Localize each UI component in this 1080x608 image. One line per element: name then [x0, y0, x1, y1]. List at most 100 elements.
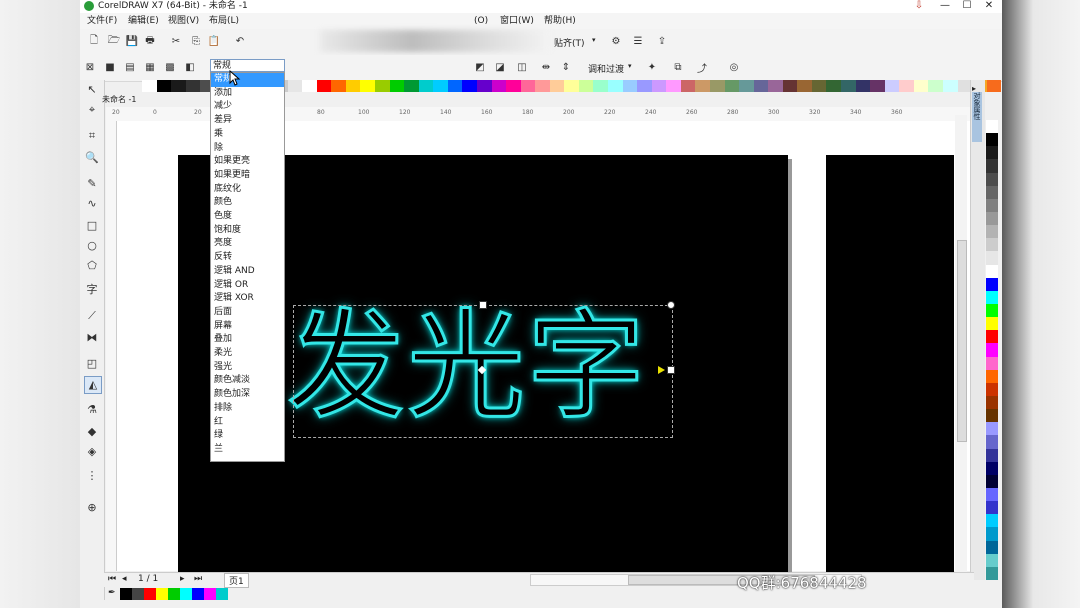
new-document-icon[interactable]: 🗋	[86, 33, 102, 49]
snap-to-dropdown[interactable]: 贴齐(T)	[554, 36, 585, 49]
minimize-button[interactable]: —	[934, 0, 956, 12]
color-swatch[interactable]	[520, 80, 536, 92]
document-color-swatch[interactable]	[192, 588, 204, 600]
color-swatch[interactable]	[986, 172, 998, 186]
color-swatch[interactable]	[986, 277, 998, 291]
settings-circle-icon[interactable]: ◎	[726, 59, 742, 75]
text-tool-icon[interactable]: 字	[84, 282, 100, 298]
merge-mode-option[interactable]: 绿	[211, 429, 284, 443]
rectangle-tool-icon[interactable]: □	[84, 218, 100, 234]
color-swatch[interactable]	[986, 448, 998, 462]
merge-mode-option[interactable]: 强光	[211, 361, 284, 375]
merge-mode-option[interactable]: 反转	[211, 251, 284, 265]
color-swatch[interactable]	[986, 290, 998, 304]
color-swatch[interactable]	[986, 566, 998, 580]
color-swatch[interactable]	[564, 80, 579, 92]
color-swatch[interactable]	[986, 251, 998, 265]
color-swatch[interactable]	[389, 80, 405, 92]
eyedropper-icon[interactable]: ✒	[108, 588, 116, 598]
menu-object[interactable]: (O)	[474, 15, 488, 27]
mirror-vertical-icon[interactable]: ⇕	[558, 59, 574, 75]
color-swatch[interactable]	[651, 80, 667, 92]
merge-mode-option[interactable]: 减少	[211, 100, 284, 114]
merge-mode-option[interactable]: 色度	[211, 210, 284, 224]
copy-transparency-icon[interactable]: ⧉	[670, 59, 686, 75]
transparency-end-handle[interactable]	[667, 366, 675, 374]
merge-mode-option[interactable]: 颜色	[211, 196, 284, 210]
edit-transparency-icon[interactable]: ✦	[644, 59, 660, 75]
undo-icon[interactable]: ↶	[232, 33, 248, 49]
document-color-swatch[interactable]	[120, 588, 132, 600]
merge-mode-option[interactable]: 如果更亮	[211, 155, 284, 169]
color-swatch[interactable]	[666, 80, 681, 92]
apply-icon[interactable]: ⤴	[694, 59, 710, 75]
export-icon[interactable]: ⇪	[654, 33, 670, 49]
document-color-swatch[interactable]	[204, 588, 216, 600]
color-swatch[interactable]	[986, 422, 998, 436]
color-swatch[interactable]	[287, 80, 303, 92]
blend-tool-icon[interactable]: ⧓	[84, 330, 100, 346]
color-swatch[interactable]	[986, 343, 998, 357]
vertical-ruler[interactable]	[106, 121, 117, 571]
color-swatch[interactable]	[986, 435, 998, 449]
color-swatch[interactable]	[142, 80, 157, 92]
color-swatch[interactable]	[986, 317, 998, 331]
color-swatch[interactable]	[156, 80, 172, 92]
polygon-tool-icon[interactable]: ⬠	[84, 258, 100, 274]
color-swatch[interactable]	[578, 80, 594, 92]
color-swatch[interactable]	[753, 80, 769, 92]
color-eyedropper-icon[interactable]: ⚗	[84, 402, 100, 418]
color-swatch[interactable]	[986, 198, 998, 212]
bitmap-pattern-icon[interactable]: ▩	[162, 59, 178, 75]
color-swatch[interactable]	[768, 80, 783, 92]
color-swatch[interactable]	[986, 264, 998, 278]
copy-icon[interactable]: ⎘	[188, 33, 204, 49]
options-icon[interactable]: ⚙	[608, 33, 624, 49]
color-swatch[interactable]	[375, 80, 390, 92]
color-swatch[interactable]	[345, 80, 361, 92]
color-swatch[interactable]	[433, 80, 448, 92]
merge-mode-option[interactable]: 如果更暗	[211, 169, 284, 183]
color-swatch[interactable]	[855, 80, 871, 92]
first-page-icon[interactable]: ⏮	[108, 574, 116, 584]
color-swatch[interactable]	[986, 514, 998, 528]
color-swatch[interactable]	[476, 80, 492, 92]
chevron-down-icon[interactable]: ▾	[628, 62, 632, 70]
crop-tool-icon[interactable]: ⌗	[84, 128, 100, 144]
mirror-horizontal-icon[interactable]: ⇹	[538, 59, 554, 75]
drop-shadow-tool-icon[interactable]: ◰	[84, 356, 100, 372]
vertical-scroll-thumb[interactable]	[957, 240, 967, 442]
no-transparency-icon[interactable]: ⊠	[82, 59, 98, 75]
maximize-button[interactable]: ☐	[956, 0, 978, 12]
merge-mode-option[interactable]: 底纹化	[211, 183, 284, 197]
color-swatch[interactable]	[797, 80, 812, 92]
color-swatch[interactable]	[986, 185, 998, 199]
merge-mode-option[interactable]: 差异	[211, 114, 284, 128]
merge-mode-select[interactable]: 常规	[210, 59, 285, 72]
color-swatch[interactable]	[404, 80, 419, 92]
color-swatch[interactable]	[680, 80, 696, 92]
outline-icon[interactable]: ◪	[492, 59, 508, 75]
color-swatch[interactable]	[986, 225, 998, 239]
document-color-swatch[interactable]	[156, 588, 168, 600]
menu-layout[interactable]: 布局(L)	[209, 15, 239, 27]
merge-mode-option[interactable]: 后面	[211, 306, 284, 320]
document-color-swatch[interactable]	[132, 588, 144, 600]
color-swatch[interactable]	[302, 80, 317, 92]
color-swatch[interactable]	[739, 80, 754, 92]
adjacent-black-rectangle[interactable]	[826, 155, 954, 573]
color-swatch[interactable]	[986, 211, 998, 226]
fountain-transparency-icon[interactable]: ▤	[122, 59, 138, 75]
transparency-tool-icon[interactable]: ◭	[84, 376, 102, 394]
document-color-swatch[interactable]	[168, 588, 180, 600]
color-swatch[interactable]	[913, 80, 929, 92]
vector-pattern-icon[interactable]: ▦	[142, 59, 158, 75]
color-swatch[interactable]	[418, 80, 434, 92]
color-swatch[interactable]	[986, 369, 998, 383]
merge-mode-option[interactable]: 柔光	[211, 347, 284, 361]
color-swatch[interactable]	[316, 80, 332, 92]
merge-mode-option[interactable]: 兰	[211, 443, 284, 457]
merge-mode-option[interactable]: 逻辑 XOR	[211, 292, 284, 306]
merge-mode-option[interactable]: 添加	[211, 87, 284, 101]
merge-mode-option[interactable]: 排除	[211, 402, 284, 416]
